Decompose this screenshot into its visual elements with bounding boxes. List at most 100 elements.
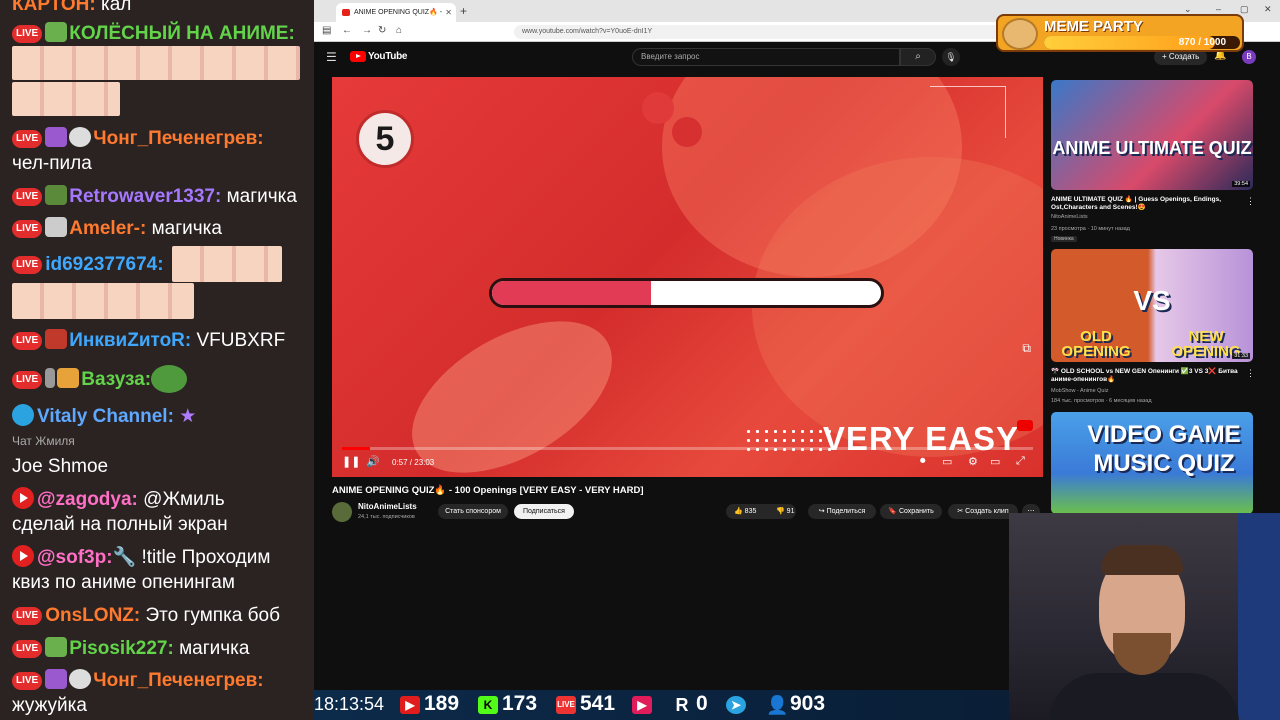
volume-icon[interactable]: 🔊 xyxy=(366,455,380,468)
chat-nick: OnsLONZ: xyxy=(45,605,141,626)
search-input[interactable]: Введите запрос xyxy=(632,48,900,66)
menu-icon[interactable]: ☰ xyxy=(326,50,337,64)
chat-nick: КОЛЁСНЫЙ НА АНИМЕ: xyxy=(69,23,295,44)
recommended-channel[interactable]: MobShow - Anime Quiz xyxy=(1051,388,1108,395)
recommended-title[interactable]: 🎌 OLD SCHOOL vs NEW GEN Опенинги ✅3 VS 3… xyxy=(1051,368,1241,384)
clock: 18:13:54 xyxy=(314,694,385,714)
telegram-icon xyxy=(12,404,34,426)
difficulty-label: VERY EASY xyxy=(822,420,1019,457)
dislike-button[interactable]: 👎 91 xyxy=(772,504,802,519)
youtube-icon xyxy=(12,545,34,567)
search-button[interactable]: ⌕ xyxy=(900,48,936,66)
settings-icon[interactable]: ⚙ xyxy=(968,455,978,468)
streamer-hair xyxy=(1101,545,1183,575)
channel-avatar[interactable] xyxy=(332,502,352,522)
chat-message: LIVE ИнквиZитоR: VFUBXRF xyxy=(12,328,308,353)
frog-emote-icon xyxy=(151,365,188,393)
youtube-logo-text[interactable]: YouTube xyxy=(368,51,408,62)
emote-icon xyxy=(45,217,68,237)
pause-icon[interactable]: ❚❚ xyxy=(342,455,360,468)
fullscreen-icon[interactable]: ⤢ xyxy=(1016,455,1025,468)
close-tab-icon[interactable]: ✕ xyxy=(445,3,452,22)
channel-name[interactable]: NitoAnimeLists xyxy=(358,502,417,511)
youtube-viewers: 189 xyxy=(424,692,460,715)
like-count: 835 xyxy=(744,508,757,515)
chat-message-text: сделай на полный экран xyxy=(12,514,228,535)
back-icon[interactable]: ← xyxy=(342,25,352,36)
recommended-title[interactable]: ANIME ULTIMATE QUIZ 🔥 | Guess Openings, … xyxy=(1051,196,1241,212)
live-badge: LIVE xyxy=(12,130,43,148)
total-viewers: 903 xyxy=(790,692,826,715)
video-title: ANIME OPENING QUIZ🔥 - 100 Openings [VERY… xyxy=(332,485,644,496)
chat-message: LIVE Чонг_Печенегрев: xyxy=(12,668,308,693)
new-tab-icon[interactable]: + xyxy=(460,4,467,18)
live-badge: LIVE xyxy=(12,371,43,389)
emote-icon xyxy=(45,329,68,349)
chat-message: LIVE OnsLONZ: Это гумпка боб xyxy=(12,603,308,628)
chat-nick: @zagodya: xyxy=(37,489,138,510)
chat-text: Это гумпка боб xyxy=(140,605,280,626)
chat-message: LIVE Чонг_Печенегрев: xyxy=(12,126,308,151)
clip-button[interactable]: ✂ Создать клип xyxy=(948,504,1018,519)
join-button[interactable]: Стать спонсором xyxy=(438,504,508,519)
miniplayer-icon[interactable]: ⧉ xyxy=(1022,341,1031,356)
chat-text: кал xyxy=(95,0,132,15)
forward-icon[interactable]: → xyxy=(362,25,372,36)
chat-message: LIVE Pisosik227: магичка xyxy=(12,636,308,661)
search-icon: ⌕ xyxy=(915,51,921,62)
bookmark-icon: 🔖 xyxy=(888,508,899,515)
theater-icon[interactable]: ▭ xyxy=(990,455,1000,468)
telegram-icon: ➤ xyxy=(726,696,746,714)
subtitles-icon[interactable]: ▭ xyxy=(942,455,952,468)
minimize-icon[interactable]: – xyxy=(1216,4,1221,14)
home-icon[interactable]: ⌂ xyxy=(396,25,402,36)
chat-nick: id692377674: xyxy=(45,254,164,275)
more-options-icon[interactable]: ⋮ xyxy=(1246,368,1255,379)
vk-live-icon: LIVE xyxy=(556,696,576,714)
avatar[interactable]: В xyxy=(1242,50,1256,64)
share-button[interactable]: ↪ Поделиться xyxy=(808,504,876,519)
streamer-shirt xyxy=(1049,673,1239,720)
browser-tab[interactable]: ANIME OPENING QUIZ🔥 - ✕ xyxy=(336,3,456,22)
chat-nick: ИнквиZитоR: xyxy=(69,330,192,351)
seek-bar[interactable] xyxy=(342,447,1033,450)
rutube-viewers: 0 xyxy=(696,692,708,715)
youtube-logo-icon[interactable] xyxy=(350,51,366,62)
chat-group-label: Чат Жмиля xyxy=(12,434,75,448)
clip-label: Создать клип xyxy=(965,508,1009,515)
emote-icon xyxy=(45,368,56,388)
maximize-icon[interactable]: ▢ xyxy=(1240,4,1249,15)
quiz-progress-fill xyxy=(492,281,652,305)
meme-progress-value: 870 / 1000 xyxy=(1178,37,1226,48)
mic-icon[interactable]: 🎙 xyxy=(942,48,960,66)
video-duration: 39:54 xyxy=(1232,181,1250,187)
subscriber-count: 24,1 тыс. подписчиков xyxy=(358,514,415,520)
video-player[interactable]: 5 ⧉ VERY EASY ❚❚ 🔊 0:57 / 23:03 ⏺ ▭ ⚙ ▭ … xyxy=(332,77,1043,477)
meme-party-title: MEME PARTY xyxy=(1044,18,1143,35)
rutube-icon: R xyxy=(675,695,689,715)
chat-message-text: чел-пила xyxy=(12,153,92,174)
close-window-icon[interactable]: ✕ xyxy=(1264,4,1272,15)
chat-text: магичка xyxy=(221,186,297,207)
autoplay-toggle[interactable]: ⏺ xyxy=(920,455,926,468)
recommended-channel[interactable]: NitoAnimeLists xyxy=(1051,214,1088,221)
dice-emote-icon xyxy=(45,127,68,147)
recommended-thumbnail[interactable]: OLD OPENING VS NEW OPENING 31:33 xyxy=(1051,249,1253,362)
meme-party-widget: MEME PARTY 870 / 1000 xyxy=(996,14,1244,52)
save-button[interactable]: 🔖 Сохранить xyxy=(880,504,942,519)
subscribe-button[interactable]: Подписаться xyxy=(514,504,574,519)
chat-message-text: квиз по аниме опенингам xyxy=(12,572,235,593)
chat-text: магичка xyxy=(173,638,250,659)
sidebar-icon[interactable]: ▤ xyxy=(322,25,331,36)
more-options-icon[interactable]: ⋮ xyxy=(1246,196,1255,207)
background-shape xyxy=(642,92,674,124)
recommended-thumbnail[interactable]: VIDEO GAME MUSIC QUIZ xyxy=(1051,412,1253,514)
time-display: 0:57 / 23:03 xyxy=(392,458,435,467)
skull-emote-icon xyxy=(69,669,92,689)
reload-icon[interactable]: ↻ xyxy=(378,25,386,36)
background-curtain xyxy=(1238,513,1280,720)
thumbs-down-icon: 👎 xyxy=(776,508,787,515)
recommended-thumbnail[interactable]: ANIME ULTIMATE QUIZ 39:54 xyxy=(1051,80,1253,190)
chat-nick: @sof3p: xyxy=(37,547,113,568)
video-duration: 31:33 xyxy=(1232,353,1250,359)
